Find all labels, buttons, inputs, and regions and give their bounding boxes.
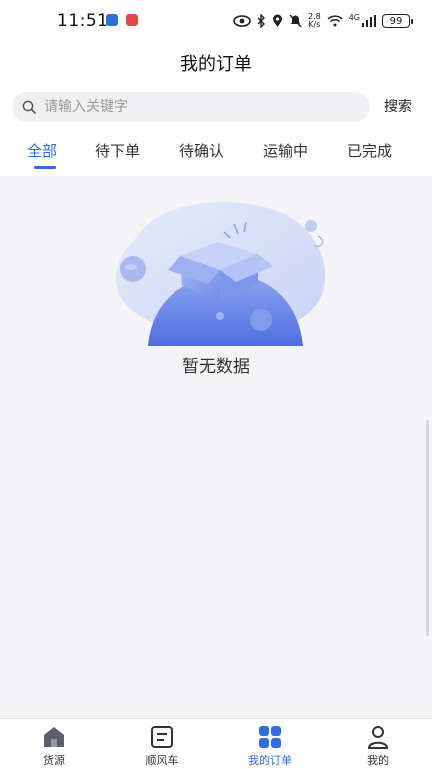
list-icon xyxy=(151,726,173,748)
empty-state-text: 暂无数据 xyxy=(182,357,250,377)
nav-label-ride: 顺风车 xyxy=(145,754,179,767)
status-bar: 11:51 2.8 K/s 4G 99 xyxy=(0,0,432,40)
tab-in-transit[interactable]: 运输中 xyxy=(263,140,308,161)
nav-label-mine: 我的 xyxy=(367,754,389,767)
nav-item-ride[interactable]: 顺风车 xyxy=(132,723,192,768)
search-row: 搜索 xyxy=(0,84,432,130)
tab-pending-order[interactable]: 待下单 xyxy=(95,140,140,161)
status-time: 11:51 xyxy=(57,11,109,31)
location-icon xyxy=(272,14,282,27)
nav-label-my-orders: 我的订单 xyxy=(248,754,292,767)
nav-label-supply: 货源 xyxy=(43,754,65,767)
network-type: 4G xyxy=(348,12,360,22)
page-title: 我的订单 xyxy=(180,54,252,75)
bottom-nav: 货源 顺风车 我的订单 我的 xyxy=(0,718,432,769)
battery-icon: 99 xyxy=(382,14,413,28)
bluetooth-icon xyxy=(257,14,265,28)
empty-box-icon xyxy=(115,202,326,346)
nav-item-my-orders[interactable]: 我的订单 xyxy=(240,723,300,768)
tab-completed[interactable]: 已完成 xyxy=(347,140,392,161)
grid-icon xyxy=(259,726,281,748)
net-speed: 2.8 K/s xyxy=(308,13,321,29)
battery-level: 99 xyxy=(389,15,403,27)
search-button[interactable]: 搜索 xyxy=(384,96,412,116)
empty-box-illustration xyxy=(108,196,330,346)
search-icon xyxy=(22,100,36,114)
search-input[interactable] xyxy=(42,98,346,116)
signal-icon xyxy=(362,15,376,27)
search-box[interactable] xyxy=(12,92,370,122)
page-header: 我的订单 xyxy=(0,40,432,84)
mute-bell-icon xyxy=(289,14,302,28)
eye-icon xyxy=(233,15,251,27)
tab-all[interactable]: 全部 xyxy=(27,140,57,161)
app-notification-icon xyxy=(106,14,118,26)
order-tabs: 全部 待下单 待确认 运输中 已完成 xyxy=(0,130,432,176)
tab-pending-confirm[interactable]: 待确认 xyxy=(179,140,224,161)
tab-active-indicator xyxy=(34,166,56,169)
nav-item-mine[interactable]: 我的 xyxy=(348,723,408,768)
home-icon xyxy=(44,727,64,747)
scrollbar[interactable] xyxy=(426,420,429,636)
wifi-icon xyxy=(327,15,343,27)
nav-item-supply[interactable]: 货源 xyxy=(24,723,84,768)
user-icon xyxy=(367,726,389,749)
app-notification-icon-red xyxy=(126,14,138,26)
status-icons: 2.8 K/s 4G 99 xyxy=(233,12,413,30)
net-speed-unit: K/s xyxy=(308,20,321,29)
